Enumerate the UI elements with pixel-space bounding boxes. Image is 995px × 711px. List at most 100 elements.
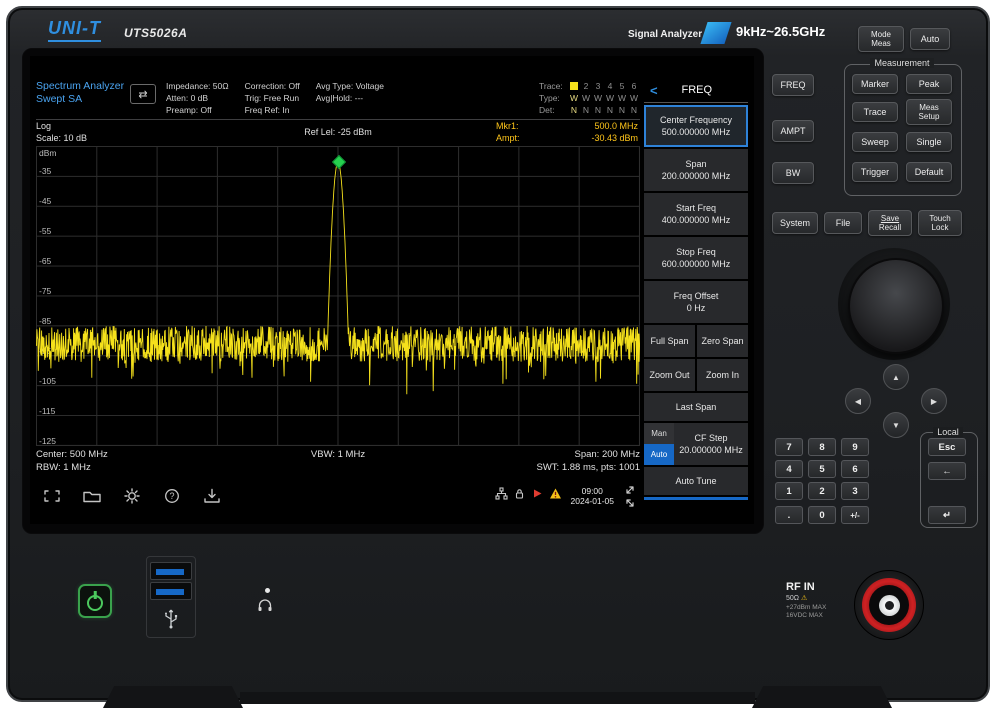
trace-status-block[interactable]: Trace: 2 3 4 5 6 Type: W W W W W [539,80,640,116]
key-3[interactable]: 3 [841,482,869,500]
avg-hold-status: Avg|Hold: --- [316,92,384,104]
key-2[interactable]: 2 [808,482,836,500]
meas-setup-button[interactable]: Meas Setup [906,99,952,125]
rotary-knob[interactable] [848,258,944,354]
zero-span-button[interactable]: Zero Span [697,325,748,357]
save-recall-button[interactable]: Save Recall [868,210,912,236]
save-icon[interactable] [200,485,224,507]
menu-item-label: Stop Freq [676,246,716,258]
det-value: N [570,104,578,116]
file-button[interactable]: File [824,212,862,234]
menu-item-span[interactable]: Span 200.000000 MHz [644,149,748,191]
right-arrow-key[interactable]: ▶ [921,388,947,414]
menu-item-freq-offset[interactable]: Freq Offset 0 Hz [644,281,748,323]
swap-mode-icon[interactable]: ⇄ [130,84,156,104]
cf-man-option[interactable]: Man [644,423,674,444]
usb-icon [161,605,181,636]
meas-setup-line2: Setup [919,112,940,121]
clock: 09:00 2024-01-05 [571,486,614,506]
settings-icon[interactable] [120,485,144,507]
status-col-trig: Correction: Off Trig: Free Run Freq Ref:… [245,80,300,116]
menu-item-value: 0 Hz [687,302,706,314]
mode-line1: Spectrum Analyzer [36,80,130,93]
det-value: N [606,104,614,116]
menu-back-chevron[interactable]: < [650,83,658,98]
marker1-ampt-label: Ampt: [496,132,520,144]
esc-key[interactable]: Esc [928,438,966,456]
auto-button[interactable]: Auto [910,28,950,50]
type-value: W [630,92,638,104]
key-6[interactable]: 6 [841,460,869,478]
trace-number: 5 [618,80,626,92]
marker1-ampt-value: -30.43 dBm [591,132,638,144]
single-button[interactable]: Single [906,132,952,152]
screen-toolbar: ? [36,480,640,512]
warning-icon [549,487,562,505]
menu-item-stop-freq[interactable]: Stop Freq 600.000000 MHz [644,237,748,279]
last-span-button[interactable]: Last Span [644,393,748,421]
key-1[interactable]: 1 [775,482,803,500]
type-value: W [606,92,614,104]
power-button[interactable] [78,584,112,618]
backspace-key[interactable]: ← [928,462,966,480]
rf-impedance-label: 50Ω [786,595,799,602]
up-arrow-key[interactable]: ▲ [883,364,909,390]
key-7[interactable]: 7 [775,438,803,456]
base-bar [240,692,755,704]
system-button[interactable]: System [772,212,818,234]
type-value: W [582,92,590,104]
default-button[interactable]: Default [906,162,952,182]
marker-button[interactable]: Marker [852,74,898,94]
key-0[interactable]: 0 [808,506,836,524]
zoom-out-button[interactable]: Zoom Out [644,359,695,391]
freq-ref-status: Freq Ref: In [245,104,300,116]
key-9[interactable]: 9 [841,438,869,456]
enter-key[interactable]: ↵ [928,506,966,524]
key-dot[interactable]: . [775,506,803,524]
key-plus-minus[interactable]: +/- [841,506,869,524]
mode-meas-line1: Mode [871,30,891,39]
recall-line: Recall [879,223,901,232]
zoom-in-button[interactable]: Zoom In [697,359,748,391]
headphone-icon [257,598,274,618]
key-5[interactable]: 5 [808,460,836,478]
det-value: N [618,104,626,116]
peak-button[interactable]: Peak [906,74,952,94]
freq-button[interactable]: FREQ [772,74,814,96]
auto-tune-button[interactable]: Auto Tune [644,467,748,495]
softkey-menu: < FREQ Center Frequency 500.000000 MHz S… [644,78,748,520]
screen-ui: Spectrum Analyzer Swept SA ⇄ Impedance: … [36,78,748,520]
mode-meas-button[interactable]: Mode Meas [858,26,904,52]
folder-icon[interactable] [80,485,104,507]
key-8[interactable]: 8 [808,438,836,456]
bw-button[interactable]: BW [772,162,814,184]
trace-button[interactable]: Trace [852,102,898,122]
cf-auto-option[interactable]: Auto [644,444,674,465]
rf-connector-red-ring [862,578,916,632]
center-freq-label: Center: 500 MHz [36,448,237,461]
ampt-button[interactable]: AMPT [772,120,814,142]
type-value: W [618,92,626,104]
spectrum-display[interactable]: dBm -35 -45 -55 -65 -75 -85 -95 -105 -11… [36,146,640,446]
sweep-button[interactable]: Sweep [852,132,898,152]
key-4[interactable]: 4 [775,460,803,478]
display-icon[interactable] [40,485,64,507]
cf-step-value: 20.000000 MHz [679,444,743,456]
type-label: Type: [539,92,566,104]
preamp-status: Preamp: Off [166,104,229,116]
cf-step-item[interactable]: Man Auto CF Step 20.000000 MHz [644,423,748,465]
trig-status: Trig: Free Run [245,92,300,104]
menu-item-center-frequency[interactable]: Center Frequency 500.000000 MHz [644,105,748,147]
down-arrow-key[interactable]: ▼ [883,412,909,438]
touch-lock-button[interactable]: Touch Lock [918,210,962,236]
analyzer-mode-label[interactable]: Spectrum Analyzer Swept SA [36,80,130,106]
trace-number: 6 [630,80,638,92]
help-icon[interactable]: ? [160,485,184,507]
trigger-button[interactable]: Trigger [852,162,898,182]
status-bar: Spectrum Analyzer Swept SA ⇄ Impedance: … [36,78,640,120]
left-arrow-key[interactable]: ◀ [845,388,871,414]
full-span-button[interactable]: Full Span [644,325,695,357]
cf-step-toggle: Man Auto [644,423,674,465]
resize-arrows-icon[interactable] [624,484,636,509]
menu-item-start-freq[interactable]: Start Freq 400.000000 MHz [644,193,748,235]
